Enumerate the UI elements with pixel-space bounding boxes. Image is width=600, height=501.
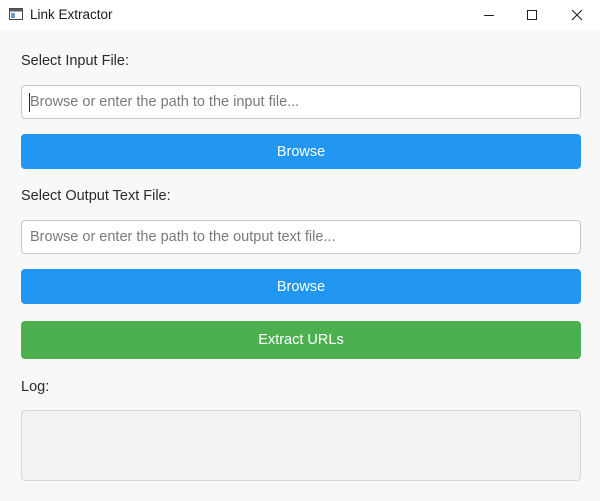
log-label: Log: bbox=[21, 379, 50, 395]
maximize-icon bbox=[527, 10, 537, 20]
browse-input-button[interactable]: Browse bbox=[21, 134, 581, 169]
extract-urls-label: Extract URLs bbox=[258, 332, 344, 348]
title-bar: Link Extractor bbox=[0, 0, 600, 30]
input-file-label: Select Input File: bbox=[21, 53, 129, 69]
window-title: Link Extractor bbox=[30, 7, 113, 22]
window-app-icon bbox=[9, 8, 23, 20]
output-file-label: Select Output Text File: bbox=[21, 188, 171, 204]
close-icon bbox=[571, 9, 583, 21]
browse-input-label: Browse bbox=[276, 143, 326, 160]
output-file-field[interactable]: Browse or enter the path to the output t… bbox=[21, 220, 581, 254]
browse-output-button[interactable]: Browse bbox=[21, 269, 581, 304]
extract-urls-button[interactable]: Extract URLs bbox=[21, 321, 581, 359]
output-file-placeholder: Browse or enter the path to the output t… bbox=[30, 229, 336, 245]
input-file-placeholder: Browse or enter the path to the input fi… bbox=[30, 94, 300, 110]
log-textarea[interactable] bbox=[21, 410, 581, 481]
maximize-button[interactable] bbox=[509, 0, 555, 30]
minimize-icon bbox=[484, 15, 494, 16]
input-file-field[interactable]: Browse or enter the path to the input fi… bbox=[21, 85, 581, 119]
browse-output-label: Browse bbox=[276, 278, 326, 295]
minimize-button[interactable] bbox=[466, 0, 512, 30]
close-button[interactable] bbox=[554, 0, 600, 30]
